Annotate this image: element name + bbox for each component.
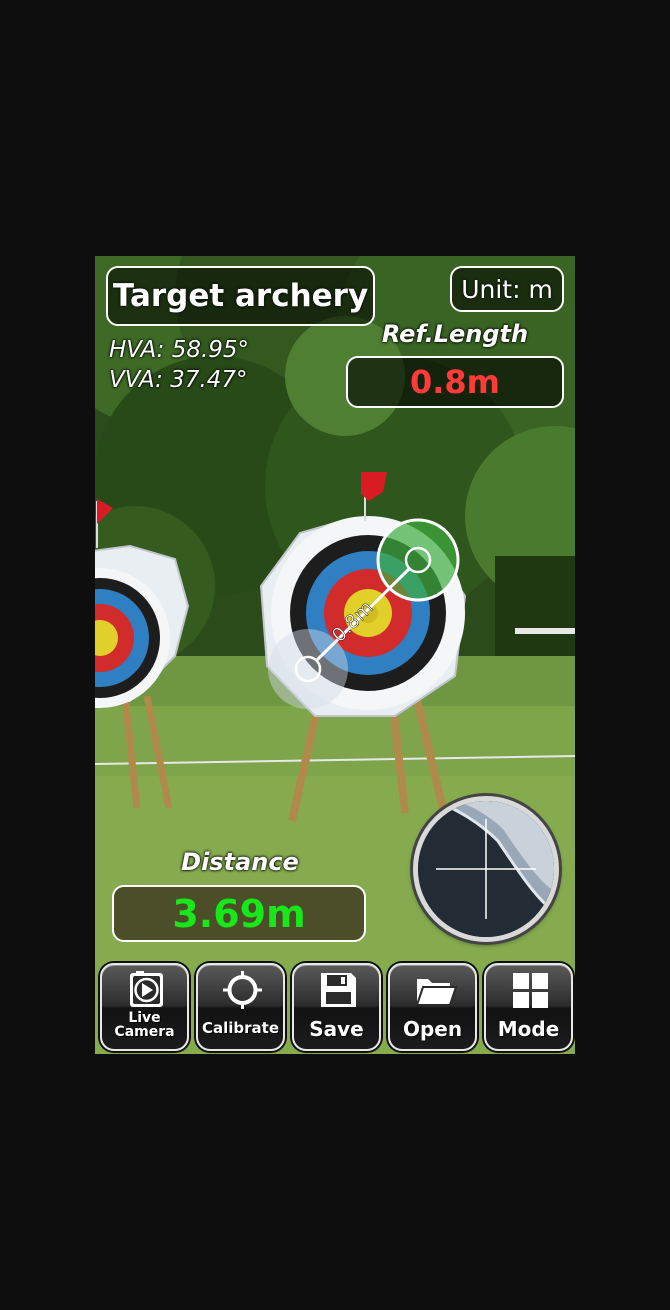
hva-readout: HVA: 58.95°	[109, 337, 250, 363]
calibrate-label: Calibrate	[201, 1019, 279, 1037]
calibrate-button[interactable]: Calibrate	[196, 963, 285, 1051]
mode-title[interactable]: Target archery	[106, 266, 375, 326]
mode-label: Mode	[497, 1017, 560, 1041]
ref-length-value[interactable]: 0.8m	[346, 356, 564, 408]
vva-readout: VVA: 37.47°	[109, 367, 248, 393]
open-folder-icon	[390, 971, 475, 1009]
live-camera-button[interactable]: Live Camera	[100, 963, 189, 1051]
mode-button[interactable]: Mode	[484, 963, 573, 1051]
live-camera-label: Live Camera	[114, 1010, 175, 1040]
app-screen: 0.8m Target archery Unit: m HVA: 58.95° …	[95, 256, 575, 1054]
ref-length-caption: Ref.Length	[381, 320, 529, 348]
calibrate-icon	[198, 971, 283, 1009]
save-icon	[294, 971, 379, 1009]
distance-caption: Distance	[181, 848, 299, 876]
unit-button[interactable]: Unit: m	[450, 266, 564, 312]
open-label: Open	[402, 1017, 463, 1041]
distance-value: 3.69m	[112, 885, 366, 942]
mode-grid-icon	[486, 971, 571, 1009]
magnifier-loupe	[413, 796, 559, 942]
open-button[interactable]: Open	[388, 963, 477, 1051]
live-camera-icon	[102, 971, 187, 1009]
magnifier-view	[418, 801, 554, 937]
bottom-toolbar: Live Camera Calibrate Save Open Mode	[95, 959, 575, 1054]
save-label: Save	[309, 1017, 364, 1041]
save-button[interactable]: Save	[292, 963, 381, 1051]
